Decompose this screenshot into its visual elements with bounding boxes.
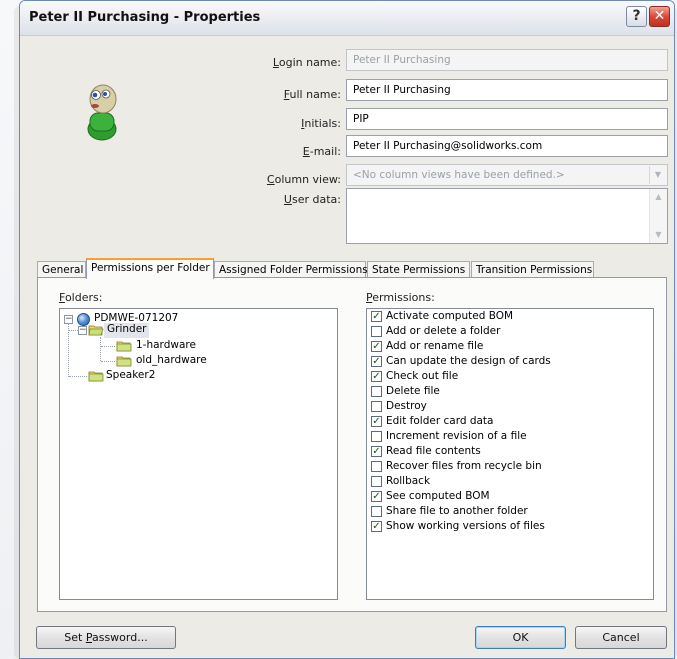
tree-item-1-hardware[interactable]: 1-hardware bbox=[136, 339, 196, 354]
collapse-icon[interactable]: − bbox=[64, 315, 73, 324]
permission-label: Delete file bbox=[386, 385, 440, 397]
tree-line bbox=[101, 361, 115, 362]
login-name-field: Peter II Purchasing bbox=[346, 49, 668, 71]
folder-icon bbox=[116, 341, 132, 352]
cancel-button[interactable]: Cancel bbox=[575, 626, 667, 649]
permission-checkbox[interactable] bbox=[371, 431, 382, 442]
tab-general[interactable]: General bbox=[37, 261, 86, 278]
tab-state-permissions[interactable]: State Permissions bbox=[367, 261, 470, 278]
folder-open-icon bbox=[88, 325, 104, 336]
permission-checkbox[interactable] bbox=[371, 386, 382, 397]
permission-label: Edit folder card data bbox=[386, 415, 494, 427]
tree-line bbox=[100, 337, 101, 361]
full-name-label: Full name: bbox=[283, 88, 341, 101]
tab-assigned-folder-permissions[interactable]: Assigned Folder Permissions bbox=[214, 261, 368, 278]
login-name-label: Login name: bbox=[272, 56, 341, 69]
chevron-down-icon: ▼ bbox=[649, 166, 666, 184]
user-avatar-icon bbox=[87, 84, 117, 141]
title-bar[interactable]: Peter II Purchasing - Properties ? ✕ bbox=[20, 1, 674, 36]
permission-label: Check out file bbox=[386, 370, 459, 382]
user-data-label: User data: bbox=[283, 193, 341, 206]
tree-item-grinder[interactable]: Grinder bbox=[104, 323, 150, 338]
column-view-label: Column view: bbox=[266, 173, 341, 186]
collapse-icon[interactable]: − bbox=[78, 326, 87, 335]
folders-label: Folders: bbox=[59, 291, 103, 304]
ok-button[interactable]: OK bbox=[475, 626, 566, 649]
permission-label: See computed BOM bbox=[386, 490, 490, 502]
permissions-label: Permissions: bbox=[366, 291, 435, 304]
tree-item-old-hardware[interactable]: old_hardware bbox=[136, 354, 207, 369]
permission-checkbox[interactable]: ✓ bbox=[371, 311, 382, 322]
initials-field[interactable]: PIP bbox=[346, 108, 668, 130]
scroll-up-arrow-icon[interactable]: ▲ bbox=[650, 189, 667, 205]
permission-checkbox[interactable] bbox=[371, 326, 382, 337]
permission-label: Share file to another folder bbox=[386, 505, 528, 517]
permission-label: Rollback bbox=[386, 475, 431, 487]
permission-label: Show working versions of files bbox=[386, 520, 545, 532]
permissions-list: ✓ Activate computed BOM Add or delete a f… bbox=[366, 308, 654, 600]
permission-label: Destroy bbox=[386, 400, 427, 412]
permission-checkbox[interactable]: ✓ bbox=[371, 416, 382, 427]
user-data-scrollbar[interactable]: ▲ ▼ bbox=[649, 189, 667, 243]
column-view-select: <No column views have been defined.> ▼ bbox=[346, 164, 668, 186]
permission-label: Increment revision of a file bbox=[386, 430, 527, 442]
permission-label: Read file contents bbox=[386, 445, 481, 457]
column-view-value: <No column views have been defined.> bbox=[353, 169, 565, 181]
scroll-down-arrow-icon[interactable]: ▼ bbox=[650, 227, 667, 243]
folder-icon bbox=[116, 356, 132, 367]
permission-checkbox[interactable]: ✓ bbox=[371, 371, 382, 382]
permission-checkbox[interactable]: ✓ bbox=[371, 521, 382, 532]
permission-checkbox[interactable] bbox=[371, 401, 382, 412]
permission-label: Activate computed BOM bbox=[386, 310, 514, 322]
folder-icon bbox=[88, 371, 104, 382]
permission-checkbox[interactable]: ✓ bbox=[371, 341, 382, 352]
permission-checkbox[interactable] bbox=[371, 476, 382, 487]
permission-checkbox[interactable] bbox=[371, 461, 382, 472]
tree-line bbox=[69, 330, 78, 331]
tree-line bbox=[69, 376, 87, 377]
permission-label: Add or rename file bbox=[386, 340, 484, 352]
permission-label: Can update the design of cards bbox=[386, 355, 551, 367]
tab-transition-permissions[interactable]: Transition Permissions bbox=[471, 261, 594, 278]
user-data-textarea[interactable]: ▲ ▼ bbox=[346, 188, 668, 244]
set-password-button[interactable]: Set Password... bbox=[36, 626, 176, 649]
full-name-field[interactable]: Peter II Purchasing bbox=[346, 79, 668, 101]
tree-line bbox=[101, 346, 115, 347]
tab-permissions-per-folder[interactable]: Permissions per Folder bbox=[86, 258, 214, 279]
window-title: Peter II Purchasing - Properties bbox=[29, 10, 261, 25]
permission-checkbox[interactable]: ✓ bbox=[371, 491, 382, 502]
help-button[interactable]: ? bbox=[626, 6, 647, 27]
email-field[interactable]: Peter II Purchasing@solidworks.com bbox=[346, 135, 668, 157]
permission-checkbox[interactable]: ✓ bbox=[371, 356, 382, 367]
folder-tree[interactable]: − PDMWE-071207 − Grinder 1-hardware old_… bbox=[59, 308, 338, 600]
permission-checkbox[interactable]: ✓ bbox=[371, 446, 382, 457]
tree-item-speaker2[interactable]: Speaker2 bbox=[106, 369, 155, 384]
properties-dialog: Peter II Purchasing - Properties ? ✕ Log… bbox=[19, 0, 675, 659]
permission-label: Recover files from recycle bin bbox=[386, 460, 542, 472]
permission-label: Add or delete a folder bbox=[386, 325, 501, 337]
email-label: E-mail: bbox=[302, 145, 341, 158]
permission-checkbox[interactable] bbox=[371, 506, 382, 517]
close-button[interactable]: ✕ bbox=[649, 6, 670, 27]
tree-line bbox=[68, 324, 69, 377]
initials-label: Initials: bbox=[301, 117, 341, 130]
